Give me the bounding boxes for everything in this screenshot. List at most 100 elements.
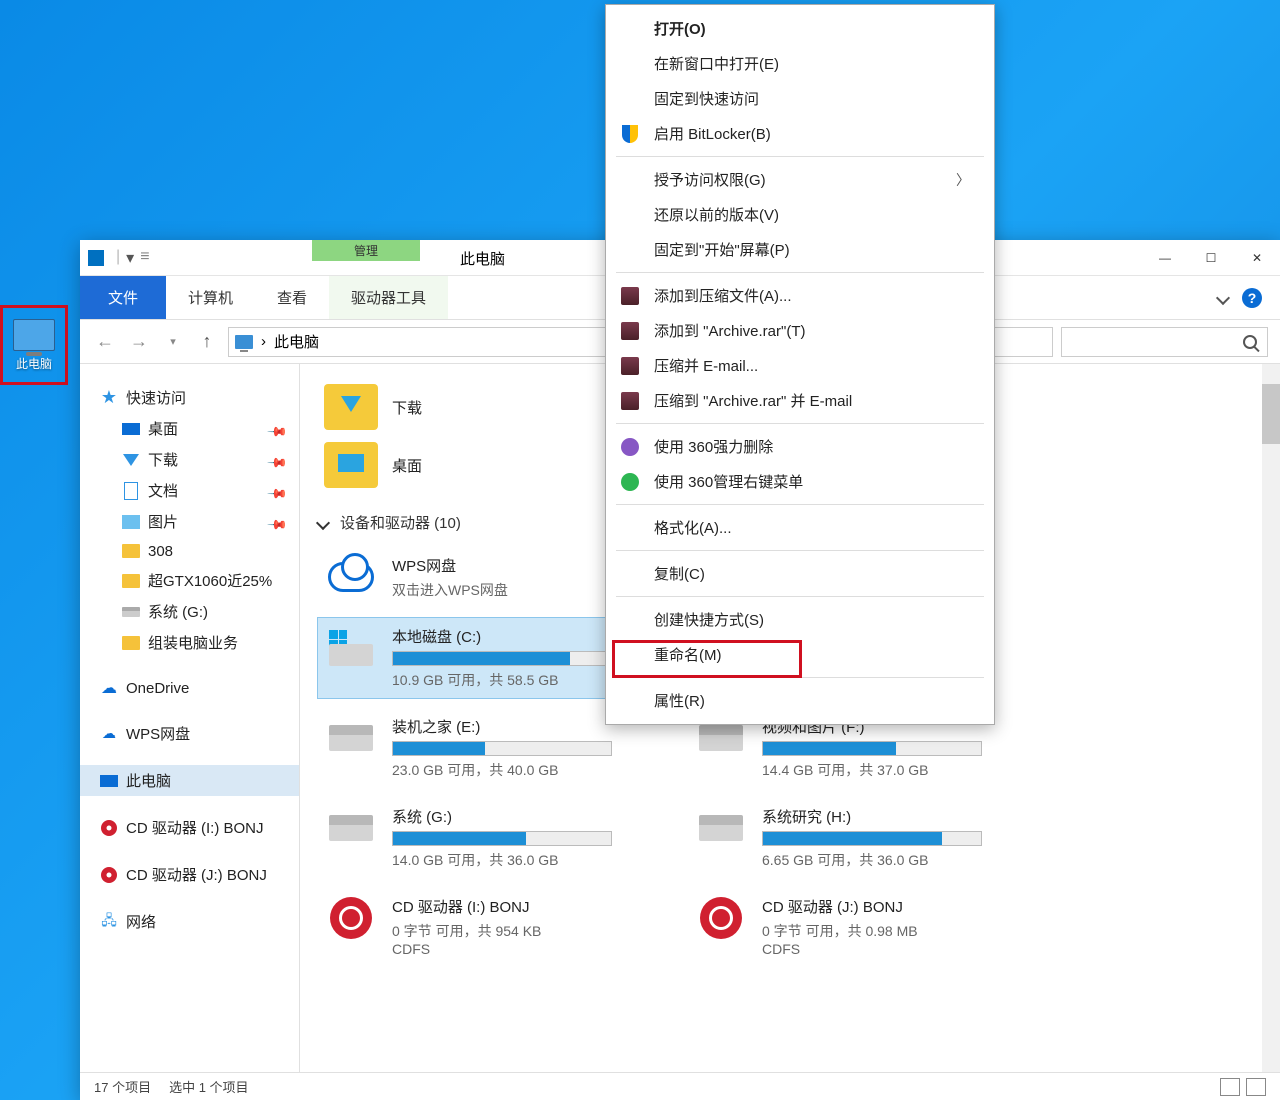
folder-desktop[interactable]: 桌面	[318, 436, 578, 494]
desktop-icon	[122, 423, 140, 435]
drive-icon	[329, 815, 373, 841]
drive-wps[interactable]: WPS网盘双击进入WPS网盘	[318, 547, 648, 608]
contextual-tab-header: 管理	[312, 240, 420, 261]
cm-restore[interactable]: 还原以前的版本(V)	[606, 197, 994, 232]
maximize-button[interactable]: ☐	[1188, 240, 1234, 276]
cm-separator	[616, 156, 984, 157]
view-large-icon[interactable]	[1246, 1078, 1266, 1096]
cd-icon	[700, 897, 742, 939]
folder-downloads[interactable]: 下载	[318, 378, 578, 436]
pin-icon: 📌	[269, 451, 286, 468]
scrollbar-track[interactable]	[1262, 364, 1280, 1072]
cm-properties[interactable]: 属性(R)	[606, 683, 994, 718]
help-icon[interactable]: ?	[1242, 288, 1262, 308]
tree-folder-biz[interactable]: 组装电脑业务	[80, 627, 299, 658]
usage-bar	[762, 741, 982, 756]
cm-add-archive[interactable]: 添加到压缩文件(A)...	[606, 278, 994, 313]
cm-open[interactable]: 打开(O)	[606, 11, 994, 46]
tree-desktop[interactable]: 桌面📌	[80, 413, 299, 444]
search-icon	[1243, 335, 1257, 349]
desktop-this-pc[interactable]: 此电脑	[0, 305, 68, 385]
nav-up-button[interactable]: ↑	[194, 329, 220, 355]
cm-360-delete[interactable]: 使用 360强力删除	[606, 429, 994, 464]
minimize-button[interactable]: —	[1142, 240, 1188, 276]
cd-icon	[330, 897, 372, 939]
cm-pin-start[interactable]: 固定到"开始"屏幕(P)	[606, 232, 994, 267]
drive-icon	[329, 630, 373, 666]
qat-dropdown[interactable]: ▾	[126, 248, 134, 268]
folder-icon	[122, 574, 140, 588]
nav-forward-button[interactable]: →	[126, 329, 152, 355]
cm-bitlocker[interactable]: 启用 BitLocker(B)	[606, 116, 994, 151]
cm-pin-quick[interactable]: 固定到快速访问	[606, 81, 994, 116]
cm-add-rar[interactable]: 添加到 "Archive.rar"(T)	[606, 313, 994, 348]
tab-drive-tools[interactable]: 驱动器工具	[329, 276, 448, 319]
archive-icon	[621, 392, 639, 410]
tree-quick-access[interactable]: ★快速访问	[80, 382, 299, 413]
tree-cd-i[interactable]: CD 驱动器 (I:) BONJ	[80, 812, 299, 843]
window-title: 此电脑	[460, 240, 505, 269]
qat-overflow[interactable]: ≡	[140, 248, 149, 268]
tree-downloads[interactable]: 下载📌	[80, 444, 299, 475]
tree-network[interactable]: 🖧网络	[80, 906, 299, 937]
tree-documents[interactable]: 文档📌	[80, 475, 299, 506]
pin-icon: 📌	[269, 420, 286, 437]
nav-recent-dropdown[interactable]: ▾	[160, 329, 186, 355]
tree-folder-308[interactable]: 308	[80, 537, 299, 565]
explorer-app-icon	[88, 250, 104, 266]
qat-divider: |	[116, 248, 120, 268]
quick-access-toolbar: | ▾ ≡	[116, 248, 150, 268]
tab-computer[interactable]: 计算机	[166, 276, 255, 319]
cm-360-menu[interactable]: 使用 360管理右键菜单	[606, 464, 994, 499]
drive-icon	[699, 725, 743, 751]
folder-icon	[324, 442, 378, 488]
cm-shortcut[interactable]: 创建快捷方式(S)	[606, 602, 994, 637]
drive-g[interactable]: 系统 (G:)14.0 GB 可用，共 36.0 GB	[318, 798, 648, 878]
computer-icon	[100, 775, 118, 787]
cm-open-new-window[interactable]: 在新窗口中打开(E)	[606, 46, 994, 81]
status-selected-count: 选中 1 个项目	[169, 1077, 248, 1096]
ribbon-collapse-icon[interactable]	[1216, 290, 1230, 304]
usage-bar	[392, 831, 612, 846]
tree-onedrive[interactable]: ☁OneDrive	[80, 674, 299, 702]
star-icon: ★	[100, 389, 118, 407]
drive-icon	[122, 607, 140, 617]
status-bar: 17 个项目 选中 1 个项目	[80, 1072, 1280, 1100]
download-icon	[123, 454, 139, 466]
close-button[interactable]: ✕	[1234, 240, 1280, 276]
cm-format[interactable]: 格式化(A)...	[606, 510, 994, 545]
status-item-count: 17 个项目	[94, 1077, 151, 1096]
drive-c[interactable]: 本地磁盘 (C:)10.9 GB 可用，共 58.5 GB	[318, 618, 648, 698]
tree-wps[interactable]: ☁WPS网盘	[80, 718, 299, 749]
cm-rename[interactable]: 重命名(M)	[606, 637, 994, 672]
archive-icon	[621, 322, 639, 340]
tree-cd-j[interactable]: CD 驱动器 (J:) BONJ	[80, 859, 299, 890]
view-details-icon[interactable]	[1220, 1078, 1240, 1096]
app-360-icon	[621, 438, 639, 456]
drive-e[interactable]: 装机之家 (E:)23.0 GB 可用，共 40.0 GB	[318, 708, 648, 788]
pin-icon: 📌	[269, 513, 286, 530]
drive-cd-j[interactable]: CD 驱动器 (J:) BONJ0 字节 可用，共 0.98 MBCDFS	[688, 888, 1018, 965]
cd-icon	[101, 820, 117, 836]
cm-grant-access[interactable]: 授予访问权限(G)〉	[606, 162, 994, 197]
pictures-icon	[122, 515, 140, 529]
drive-cd-i[interactable]: CD 驱动器 (I:) BONJ0 字节 可用，共 954 KBCDFS	[318, 888, 648, 965]
scrollbar-thumb[interactable]	[1262, 384, 1280, 444]
archive-icon	[621, 287, 639, 305]
tab-view[interactable]: 查看	[255, 276, 329, 319]
tab-file[interactable]: 文件	[80, 276, 166, 319]
tree-pictures[interactable]: 图片📌	[80, 506, 299, 537]
cm-rar-email[interactable]: 压缩到 "Archive.rar" 并 E-mail	[606, 383, 994, 418]
context-menu: 打开(O) 在新窗口中打开(E) 固定到快速访问 启用 BitLocker(B)…	[605, 4, 995, 725]
archive-icon	[621, 357, 639, 375]
folder-icon	[122, 636, 140, 650]
search-input[interactable]	[1061, 327, 1268, 357]
tree-this-pc[interactable]: 此电脑	[80, 765, 299, 796]
tree-folder-gtx[interactable]: 超GTX1060近25%	[80, 565, 299, 596]
drive-h[interactable]: 系统研究 (H:)6.65 GB 可用，共 36.0 GB	[688, 798, 1018, 878]
nav-back-button[interactable]: ←	[92, 329, 118, 355]
cm-copy[interactable]: 复制(C)	[606, 556, 994, 591]
cm-compress-email[interactable]: 压缩并 E-mail...	[606, 348, 994, 383]
tree-drive-g[interactable]: 系统 (G:)	[80, 596, 299, 627]
breadcrumb-this-pc[interactable]: 此电脑	[274, 331, 319, 352]
